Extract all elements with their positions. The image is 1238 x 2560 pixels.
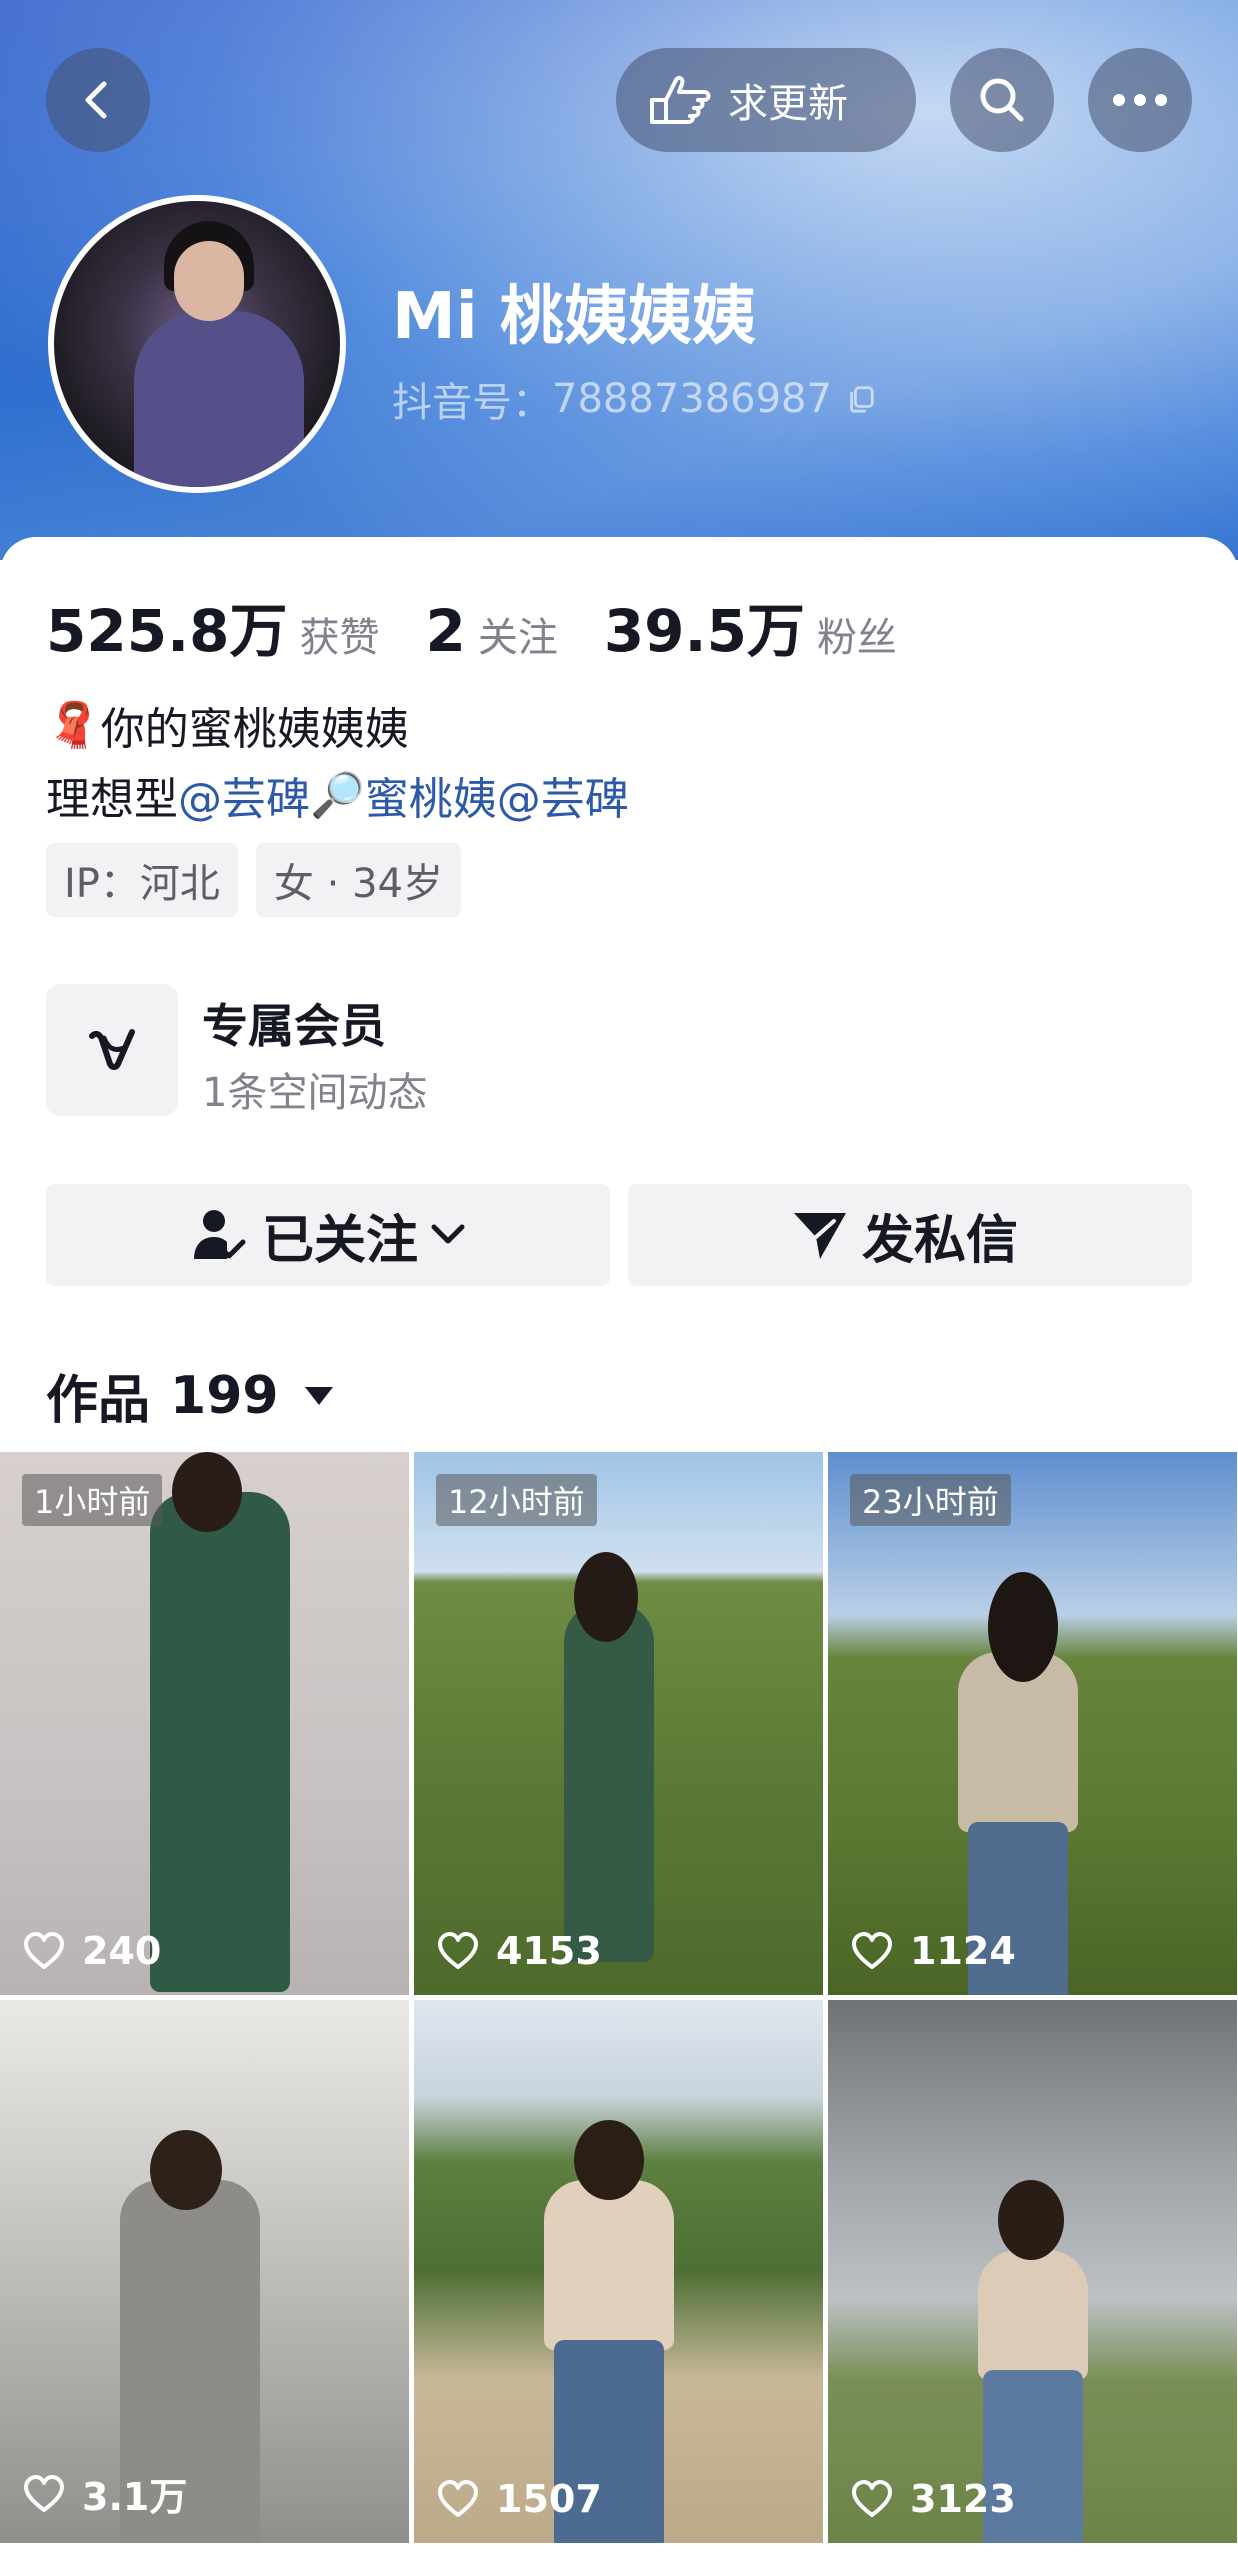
thumbnail-figure <box>150 1492 290 1992</box>
bio-line-2: 理想型 @芸碑 🔎 蜜桃姨 @芸碑 <box>46 763 629 827</box>
video-likes: 3123 <box>850 2477 1016 2521</box>
profile-nickname: Mi 桃姨姨姨 <box>392 280 756 354</box>
search-keyword-link[interactable]: 蜜桃姨 <box>365 763 497 827</box>
heart-icon <box>438 2480 478 2517</box>
video-likes: 4153 <box>436 1929 602 1973</box>
followed-label: 已关注 <box>261 1210 418 1271</box>
video-likes: 3.1万 <box>22 2466 187 2521</box>
pointing-hand-icon <box>650 75 711 124</box>
video-likes-count: 3.1万 <box>82 2475 188 2519</box>
video-likes: 1507 <box>436 2477 602 2521</box>
video-time-badge: 12小时前 <box>436 1474 597 1526</box>
heart-icon <box>852 1932 892 1969</box>
followed-button[interactable]: 已关注 <box>46 1184 610 1286</box>
caret-down-icon <box>304 1386 333 1405</box>
thumbnail-figure <box>978 2250 1088 2380</box>
video-thumbnail[interactable]: 1小时前 240 <box>0 1452 409 1995</box>
heart-icon <box>24 2474 64 2512</box>
thumbnail-figure-head <box>998 2180 1064 2260</box>
heart-icon <box>24 1932 64 1969</box>
profile-tags: IP：河北 女 · 34岁 <box>46 843 479 917</box>
works-count: 199 <box>170 1365 279 1426</box>
video-likes-count: 3123 <box>910 2477 1016 2521</box>
following-label[interactable]: 关注 <box>478 605 558 663</box>
video-likes-count: 1124 <box>910 1929 1016 1973</box>
send-message-button[interactable]: 发私信 <box>628 1184 1192 1286</box>
thumbnail-figure-head <box>150 2130 222 2210</box>
membership-subtitle[interactable]: 1条空间动态 <box>202 1060 427 1118</box>
thumbnail-figure-head <box>172 1452 242 1532</box>
paper-plane-icon <box>793 1213 846 1259</box>
thumbnail-figure <box>564 1602 654 1962</box>
request-update-label: 求更新 <box>728 81 848 127</box>
followers-label[interactable]: 粉丝 <box>817 605 897 663</box>
scarf-emoji: 🧣 <box>46 700 101 751</box>
back-button[interactable] <box>46 48 150 152</box>
video-likes-count: 240 <box>82 1929 162 1973</box>
chevron-left-icon <box>85 81 107 119</box>
avatar-figure-body <box>134 311 304 487</box>
video-thumbnail[interactable]: 12小时前 4153 <box>414 1452 823 1995</box>
douyin-id-row[interactable]: 抖音号： 78887386987 <box>392 370 876 428</box>
search-button[interactable] <box>950 48 1054 152</box>
video-thumbnail[interactable]: 3.1万 <box>0 2000 409 2543</box>
video-thumbnail[interactable]: 3123 <box>828 2000 1237 2543</box>
thumbnail-figure-head <box>574 2120 644 2200</box>
search-icon <box>980 78 1024 122</box>
heart-icon <box>852 2480 892 2517</box>
video-thumbnail[interactable]: 23小时前 1124 <box>828 1452 1237 1995</box>
more-dots-icon <box>1113 94 1167 106</box>
avatar-figure-face <box>174 241 244 321</box>
followers-count[interactable]: 39.5万 <box>604 584 805 668</box>
more-button[interactable] <box>1088 48 1192 152</box>
gender-age-tag: 女 · 34岁 <box>255 843 461 917</box>
likes-count[interactable]: 525.8万 <box>46 584 287 668</box>
ip-location-tag: IP：河北 <box>46 843 238 917</box>
video-likes: 1124 <box>850 1929 1016 1973</box>
heart-icon <box>438 1932 478 1969</box>
request-update-button[interactable]: 求更新 <box>616 48 916 152</box>
douyin-id-value: 78887386987 <box>552 376 832 422</box>
thumbnail-figure-head <box>988 1572 1058 1682</box>
membership-entry[interactable] <box>46 984 178 1116</box>
magnifier-emoji: 🔎 <box>310 770 365 821</box>
video-likes-count: 4153 <box>496 1929 602 1973</box>
v-logo-icon <box>89 1029 135 1070</box>
thumbnail-figure-head <box>574 1552 638 1642</box>
works-tab[interactable]: 作品 199 <box>46 1358 341 1433</box>
profile-page: 求更新 Mi 桃姨姨姨 抖音号： 78887386987 525.8万 获赞 2… <box>0 0 1238 2560</box>
douyin-id-label: 抖音号： <box>392 380 552 426</box>
user-check-icon <box>193 1210 246 1259</box>
following-count[interactable]: 2 <box>425 597 465 665</box>
mention-link-2[interactable]: @芸碑 <box>497 763 629 827</box>
avatar[interactable] <box>48 195 346 493</box>
send-message-label: 发私信 <box>861 1210 1018 1271</box>
copy-icon[interactable] <box>846 384 876 414</box>
membership-title[interactable]: 专属会员 <box>202 990 386 1056</box>
works-label: 作品 <box>46 1371 151 1431</box>
video-time-badge: 1小时前 <box>22 1474 163 1526</box>
bio-line-2-prefix: 理想型 <box>46 774 178 825</box>
mention-link-1[interactable]: @芸碑 <box>178 763 310 827</box>
video-likes-count: 1507 <box>496 2477 602 2521</box>
chevron-down-icon <box>431 1224 465 1244</box>
likes-label: 获赞 <box>299 615 380 661</box>
bio-line-1-text: 你的蜜桃姨姨姨 <box>100 704 409 755</box>
bio-line-1: 🧣 你的蜜桃姨姨姨 <box>46 693 409 757</box>
thumbnail-figure <box>544 2180 674 2350</box>
video-time-badge: 23小时前 <box>850 1474 1011 1526</box>
video-thumbnail[interactable]: 1507 <box>414 2000 823 2543</box>
video-likes: 240 <box>22 1929 161 1973</box>
profile-stats: 525.8万 获赞 2 关注 39.5万 粉丝 <box>46 584 943 668</box>
